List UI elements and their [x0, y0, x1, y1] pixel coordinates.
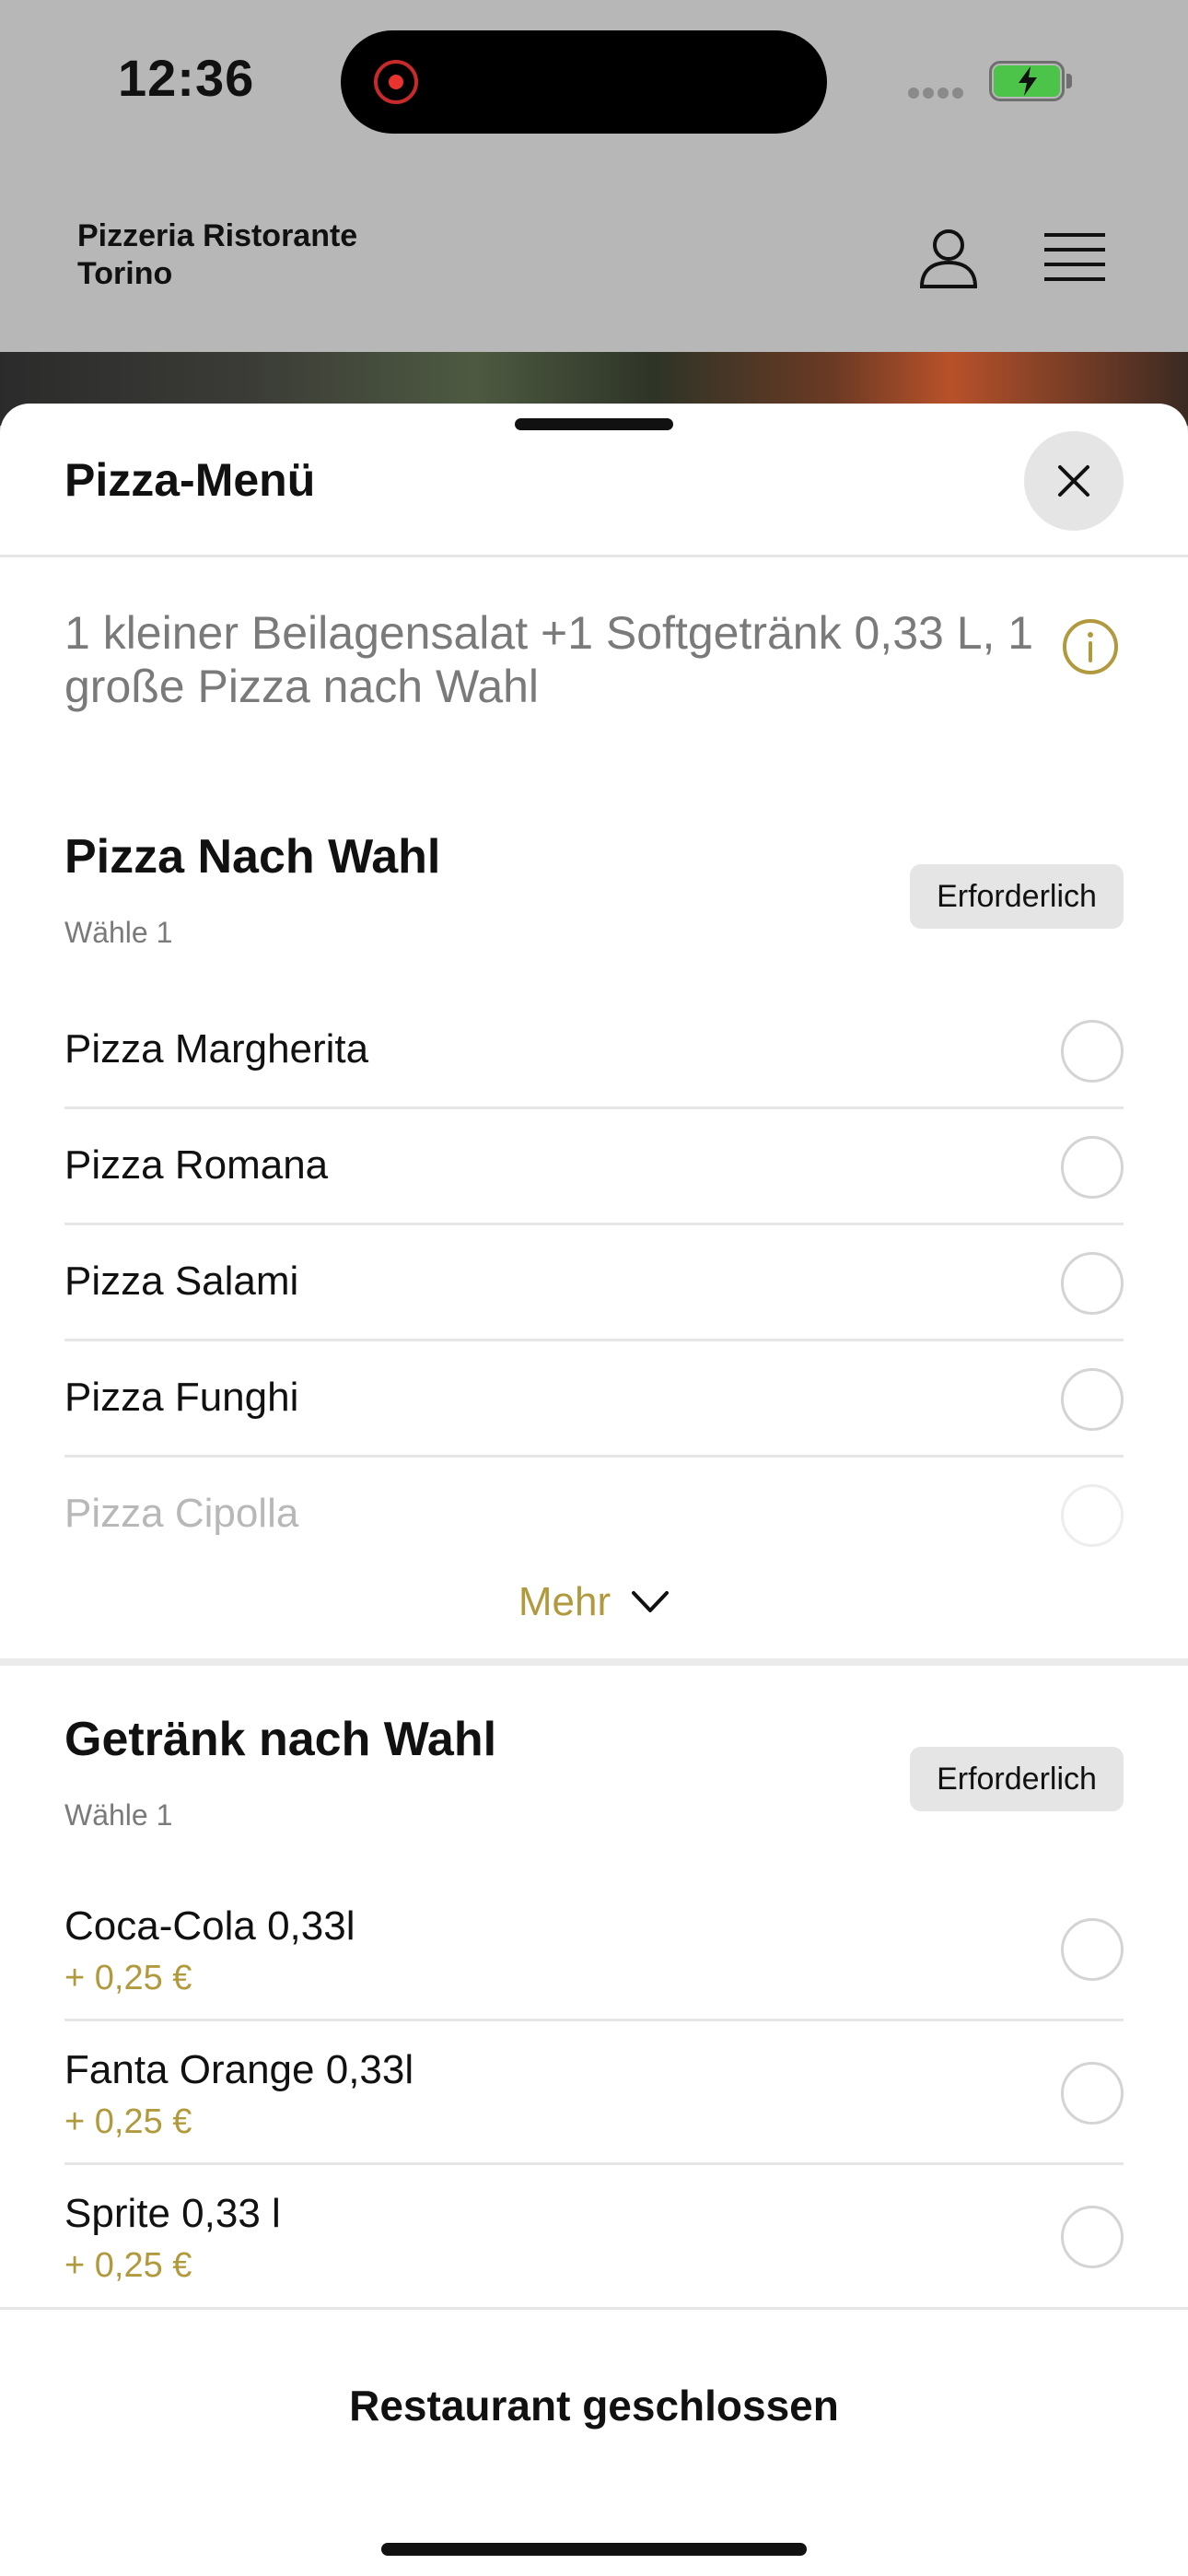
option-row[interactable]: Pizza Salami — [64, 1225, 1124, 1341]
group-title-pizza: Pizza Nach Wahl — [64, 830, 441, 884]
restaurant-status: Restaurant geschlossen — [349, 2382, 839, 2430]
radio-button[interactable] — [1061, 2206, 1124, 2268]
info-icon[interactable] — [1061, 617, 1120, 676]
recording-icon — [374, 60, 418, 104]
option-price: + 0,25 € — [64, 2102, 192, 2141]
user-icon[interactable] — [916, 226, 981, 290]
close-icon — [1058, 465, 1089, 497]
status-bar: 12:36 — [0, 0, 1188, 157]
menu-description: 1 kleiner Beilagensalat +1 Softgetränk 0… — [64, 607, 1034, 712]
section-divider — [0, 1658, 1188, 1666]
dynamic-island — [341, 30, 827, 134]
option-label: Pizza Romana — [64, 1142, 329, 1188]
radio-button[interactable] — [1061, 1252, 1124, 1315]
option-label: Fanta Orange 0,33l — [64, 2047, 414, 2092]
option-label: Pizza Funghi — [64, 1375, 299, 1420]
group-subtitle-pizza: Wähle 1 — [64, 916, 173, 949]
product-sheet: Pizza-Menü 1 kleiner Beilagensalat +1 So… — [0, 404, 1188, 2576]
close-button[interactable] — [1024, 431, 1124, 531]
chevron-down-icon — [632, 1591, 670, 1612]
radio-button[interactable] — [1061, 1020, 1124, 1083]
radio-button[interactable] — [1061, 1368, 1124, 1431]
menu-icon[interactable] — [1044, 232, 1105, 282]
option-row[interactable]: Sprite 0,33 l + 0,25 € — [64, 2165, 1124, 2309]
footer-divider — [0, 2307, 1188, 2310]
more-button[interactable]: Mehr — [0, 1570, 1188, 1634]
radio-button[interactable] — [1061, 2062, 1124, 2125]
option-row[interactable]: Fanta Orange 0,33l + 0,25 € — [64, 2021, 1124, 2165]
sheet-title: Pizza-Menü — [64, 454, 316, 506]
option-label: Pizza Cipolla — [64, 1491, 299, 1536]
option-row[interactable]: Pizza Margherita — [64, 993, 1124, 1109]
more-label: Mehr — [518, 1579, 611, 1624]
option-label: Pizza Salami — [64, 1259, 299, 1304]
group-subtitle-drink: Wähle 1 — [64, 1798, 173, 1832]
required-badge: Erforderlich — [910, 864, 1124, 929]
sheet-grabber[interactable] — [515, 418, 673, 430]
group-title-drink: Getränk nach Wahl — [64, 1713, 497, 1766]
restaurant-name[interactable]: Pizzeria Ristorante Torino — [77, 217, 357, 293]
battery-icon — [989, 61, 1074, 101]
radio-button[interactable] — [1061, 1918, 1124, 1981]
option-price: + 0,25 € — [64, 2246, 192, 2285]
divider — [0, 555, 1188, 557]
signal-icon — [908, 87, 973, 99]
option-row[interactable]: Pizza Cipolla — [64, 1458, 1124, 1574]
option-row[interactable]: Pizza Funghi — [64, 1341, 1124, 1458]
option-row[interactable]: Coca-Cola 0,33l + 0,25 € — [64, 1878, 1124, 2021]
status-time: 12:36 — [118, 49, 255, 107]
option-price: + 0,25 € — [64, 1959, 192, 1997]
app-header: Pizzeria Ristorante Torino — [0, 157, 1188, 352]
required-badge: Erforderlich — [910, 1747, 1124, 1811]
radio-button[interactable] — [1061, 1484, 1124, 1547]
home-indicator[interactable] — [381, 2543, 807, 2556]
option-row[interactable]: Pizza Romana — [64, 1109, 1124, 1225]
option-label: Coca-Cola 0,33l — [64, 1903, 355, 1949]
option-label: Sprite 0,33 l — [64, 2191, 281, 2236]
radio-button[interactable] — [1061, 1136, 1124, 1199]
option-label: Pizza Margherita — [64, 1026, 369, 1071]
